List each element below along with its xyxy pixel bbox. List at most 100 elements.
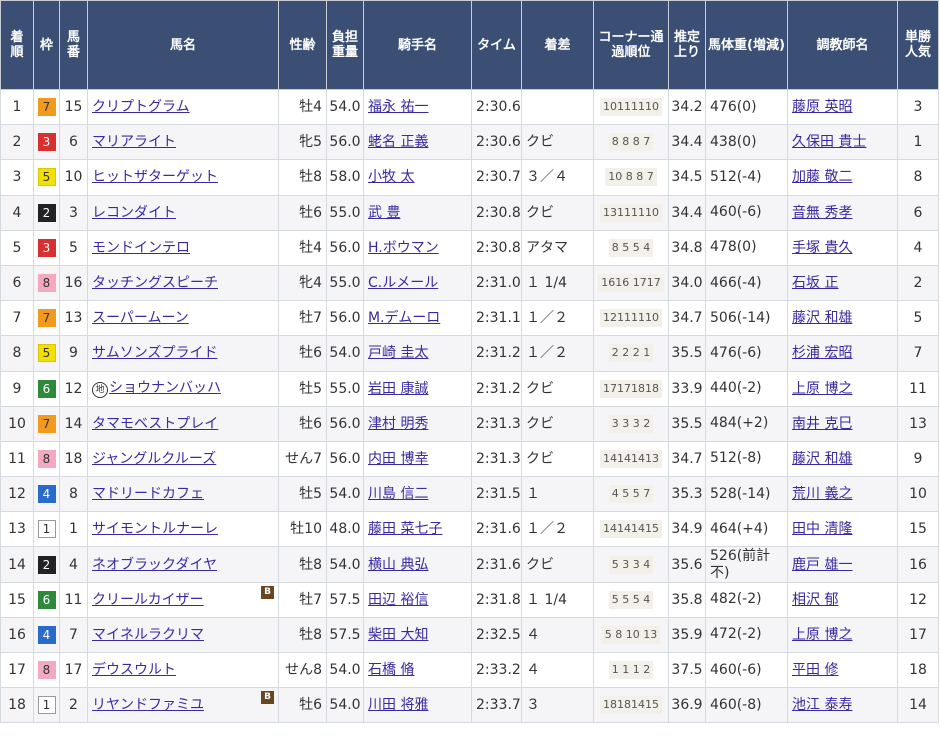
trainer-link[interactable]: 荒川 義之 [792,486,852,502]
trainer-link[interactable]: 石坂 正 [792,275,838,291]
last3f-cell: 35.5 [668,405,706,442]
weight-cell: 54.0 [326,476,364,513]
corner-positions: 18181415 [600,696,662,715]
jockey-link[interactable]: 戸崎 圭太 [368,345,428,361]
time-cell: 2:33.2 [471,651,522,689]
trainer-link[interactable]: 手塚 貴久 [792,240,852,256]
horse-name-link[interactable]: マドリードカフェ [92,486,204,502]
horse-name-link[interactable]: クリプトグラム [92,99,190,115]
popularity-cell: 17 [897,616,939,654]
waku-cell: 3 [33,229,60,266]
jockey-link[interactable]: 川島 信二 [368,486,428,502]
col-jockey-header: 騎手名 [363,0,472,90]
horse-name-link[interactable]: タマモベストプレイ [92,416,218,432]
number-cell: 2 [59,687,88,724]
bodyweight-cell: 476(0) [705,88,788,126]
corner-cell: 13111110 [593,194,669,231]
jockey-link[interactable]: H.ボウマン [368,240,439,256]
margin-cell: ３ [521,687,594,724]
margin-cell: １／２ [521,335,594,372]
margin-cell: １ [521,476,594,513]
trainer-link[interactable]: 田中 清隆 [792,521,852,537]
horse-name-link[interactable]: デウスウルト [92,662,176,678]
number-cell: 14 [59,405,88,442]
trainer-link[interactable]: 平田 修 [792,662,838,678]
last3f-cell: 34.5 [668,159,706,196]
popularity-cell: 9 [897,440,939,478]
horse-name-link[interactable]: ショウナンバッハ [109,380,221,396]
jockey-link[interactable]: 川田 将雅 [368,697,428,713]
horse-name-link[interactable]: レコンダイト [92,205,176,221]
rank-cell: 7 [0,300,34,337]
jockey-link[interactable]: 石橋 脩 [368,662,414,678]
horse-name-link[interactable]: ジャングルクルーズ [92,451,216,467]
jockey-link[interactable]: M.デムーロ [368,310,440,326]
jockey-link[interactable]: 福永 祐一 [368,99,428,115]
weight-cell: 54.0 [326,687,364,724]
horse-name-link[interactable]: マリアライト [92,134,176,150]
corner-positions: 3 3 3 2 [608,414,654,433]
corner-cell: 17171818 [593,370,669,407]
trainer-link[interactable]: 音無 秀孝 [792,205,852,221]
number-cell: 5 [59,229,88,266]
bodyweight-cell: 438(0) [705,124,788,161]
jockey-link[interactable]: 岩田 康誠 [368,381,428,397]
trainer-link[interactable]: 久保田 貴士 [792,134,866,150]
jockey-link[interactable]: 田辺 裕信 [368,592,428,608]
sex-age-cell: 牡10 [278,511,327,548]
col-horse-header: 馬名 [87,0,279,90]
jockey-link[interactable]: 内田 博幸 [368,451,428,467]
last3f-cell: 34.8 [668,229,706,266]
col-waku-header: 枠 [33,0,60,90]
trainer-link[interactable]: 鹿戸 雄一 [792,557,852,573]
jockey-cell: M.デムーロ [363,300,472,337]
horse-name-link[interactable]: クリールカイザー [92,592,204,608]
bodyweight-cell: 506(-14) [705,300,788,337]
trainer-cell: 鹿戸 雄一 [787,546,898,583]
trainer-link[interactable]: 上原 博之 [792,627,852,643]
horse-name-cell: マイネルラクリマ [87,616,279,654]
trainer-link[interactable]: 杉浦 宏昭 [792,345,852,361]
jockey-cell: 石橋 脩 [363,651,472,689]
horse-name-link[interactable]: タッチングスピーチ [92,275,218,291]
waku-cell: 8 [33,264,60,302]
margin-cell [521,88,594,126]
corner-cell: 12111110 [593,300,669,337]
trainer-link[interactable]: 上原 博之 [792,381,852,397]
bodyweight-cell: 478(0) [705,229,788,266]
jockey-cell: 戸崎 圭太 [363,335,472,372]
jockey-link[interactable]: 小牧 太 [368,169,414,185]
horse-name-link[interactable]: リヤンドファミユ [92,697,204,713]
horse-name-link[interactable]: ヒットザターゲット [92,169,218,185]
trainer-link[interactable]: 池江 泰寿 [792,697,852,713]
jockey-link[interactable]: 津村 明秀 [368,416,428,432]
horse-name-cell: クリプトグラム [87,88,279,126]
weight-cell: 55.0 [326,194,364,231]
trainer-link[interactable]: 加藤 敬二 [792,169,852,185]
jockey-link[interactable]: 蛯名 正義 [368,134,428,150]
jockey-link[interactable]: 武 豊 [368,205,400,221]
jockey-link[interactable]: C.ルメール [368,275,438,291]
horse-name-link[interactable]: スーパームーン [92,310,189,326]
trainer-link[interactable]: 相沢 郁 [792,592,838,608]
jockey-link[interactable]: 藤田 菜七子 [368,521,442,537]
jockey-link[interactable]: 横山 典弘 [368,557,428,573]
horse-name-link[interactable]: モンドインテロ [92,240,190,256]
waku-badge: 1 [37,696,56,715]
waku-badge: 3 [37,238,56,257]
col-weight-header: 負担重量 [326,0,364,90]
corner-positions: 1616 1717 [598,274,664,293]
jockey-link[interactable]: 柴田 大知 [368,627,428,643]
trainer-link[interactable]: 南井 克巳 [792,416,852,432]
table-row: 7 7 13 スーパームーン 牡7 56.0 M.デムーロ 2:31.1 １／２ 12111110… [0,300,939,337]
horse-name-cell: タッチングスピーチ [87,264,279,302]
trainer-link[interactable]: 藤沢 和雄 [792,451,852,467]
horse-name-link[interactable]: マイネルラクリマ [92,627,204,643]
horse-name-link[interactable]: サイモントルナーレ [92,521,218,537]
trainer-link[interactable]: 藤沢 和雄 [792,310,852,326]
sex-age-cell: 牡7 [278,581,327,618]
trainer-link[interactable]: 藤原 英昭 [792,99,852,115]
horse-name-link[interactable]: ネオブラックダイヤ [92,557,217,573]
horse-name-link[interactable]: サムソンズプライド [92,345,217,361]
waku-cell: 5 [33,335,60,372]
